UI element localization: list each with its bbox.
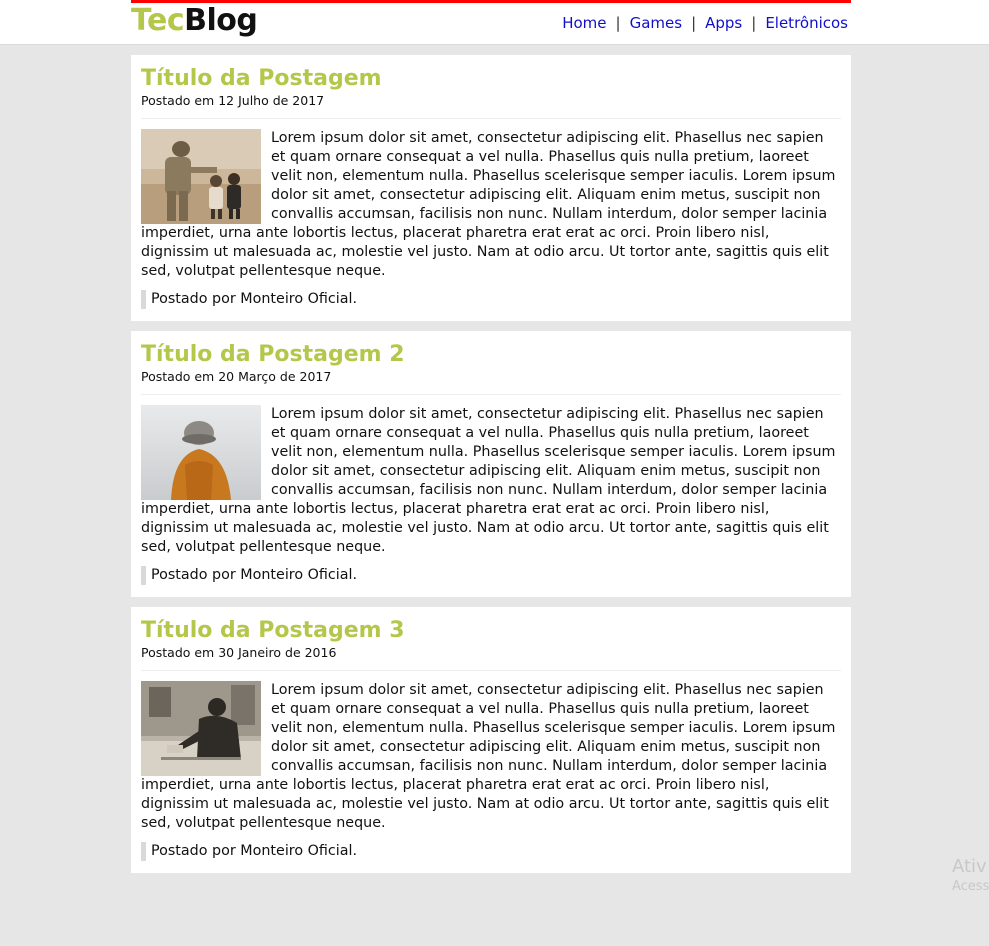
post-title[interactable]: Título da Postagem 2 [141, 341, 841, 369]
post-divider [141, 118, 841, 119]
post-card: Título da Postagem 3 Postado em 30 Janei… [131, 607, 851, 873]
post-title[interactable]: Título da Postagem [141, 65, 841, 93]
nav-link-games[interactable]: Games [630, 14, 682, 32]
post-author: Postado por Monteiro Oficial. [141, 842, 841, 861]
post-date: Postado em 12 Julho de 2017 [141, 93, 325, 108]
post-card: Título da Postagem Postado em 12 Julho d… [131, 55, 851, 321]
site-logo[interactable]: TecBlog [131, 3, 258, 39]
activation-watermark: Ativ Acess [952, 856, 989, 896]
nav-separator: | [615, 14, 621, 32]
nav-link-eletronicos[interactable]: Eletrônicos [765, 14, 848, 32]
logo-blog: Blog [184, 3, 258, 38]
nav-separator: | [691, 14, 697, 32]
watermark-line2: Acess [952, 879, 989, 894]
site-header: TecBlog Home | Games | Apps | Eletrônicos [0, 0, 989, 45]
post-title[interactable]: Título da Postagem 3 [141, 617, 841, 645]
post-body: Lorem ipsum dolor sit amet, consectetur … [141, 405, 841, 557]
post-body: Lorem ipsum dolor sit amet, consectetur … [141, 129, 841, 281]
post-date: Postado em 30 Janeiro de 2016 [141, 645, 337, 660]
header-bar: TecBlog Home | Games | Apps | Eletrônicos [131, 0, 851, 44]
post-author: Postado por Monteiro Oficial. [141, 290, 841, 309]
nav-link-apps[interactable]: Apps [705, 14, 742, 32]
post-thumbnail-soldier[interactable] [141, 129, 261, 224]
nav-separator: | [751, 14, 757, 32]
watermark-line1: Ativ [952, 856, 987, 877]
post-thumbnail-orange-jacket[interactable] [141, 405, 261, 500]
post-author: Postado por Monteiro Oficial. [141, 566, 841, 585]
logo-tec: Tec [131, 3, 185, 38]
post-date: Postado em 20 Março de 2017 [141, 369, 332, 384]
post-divider [141, 670, 841, 671]
post-body: Lorem ipsum dolor sit amet, consectetur … [141, 681, 841, 833]
post-card: Título da Postagem 2 Postado em 20 Março… [131, 331, 851, 597]
main-nav: Home | Games | Apps | Eletrônicos [562, 13, 848, 33]
post-divider [141, 394, 841, 395]
nav-link-home[interactable]: Home [562, 14, 606, 32]
post-thumbnail-old-man[interactable] [141, 681, 261, 776]
